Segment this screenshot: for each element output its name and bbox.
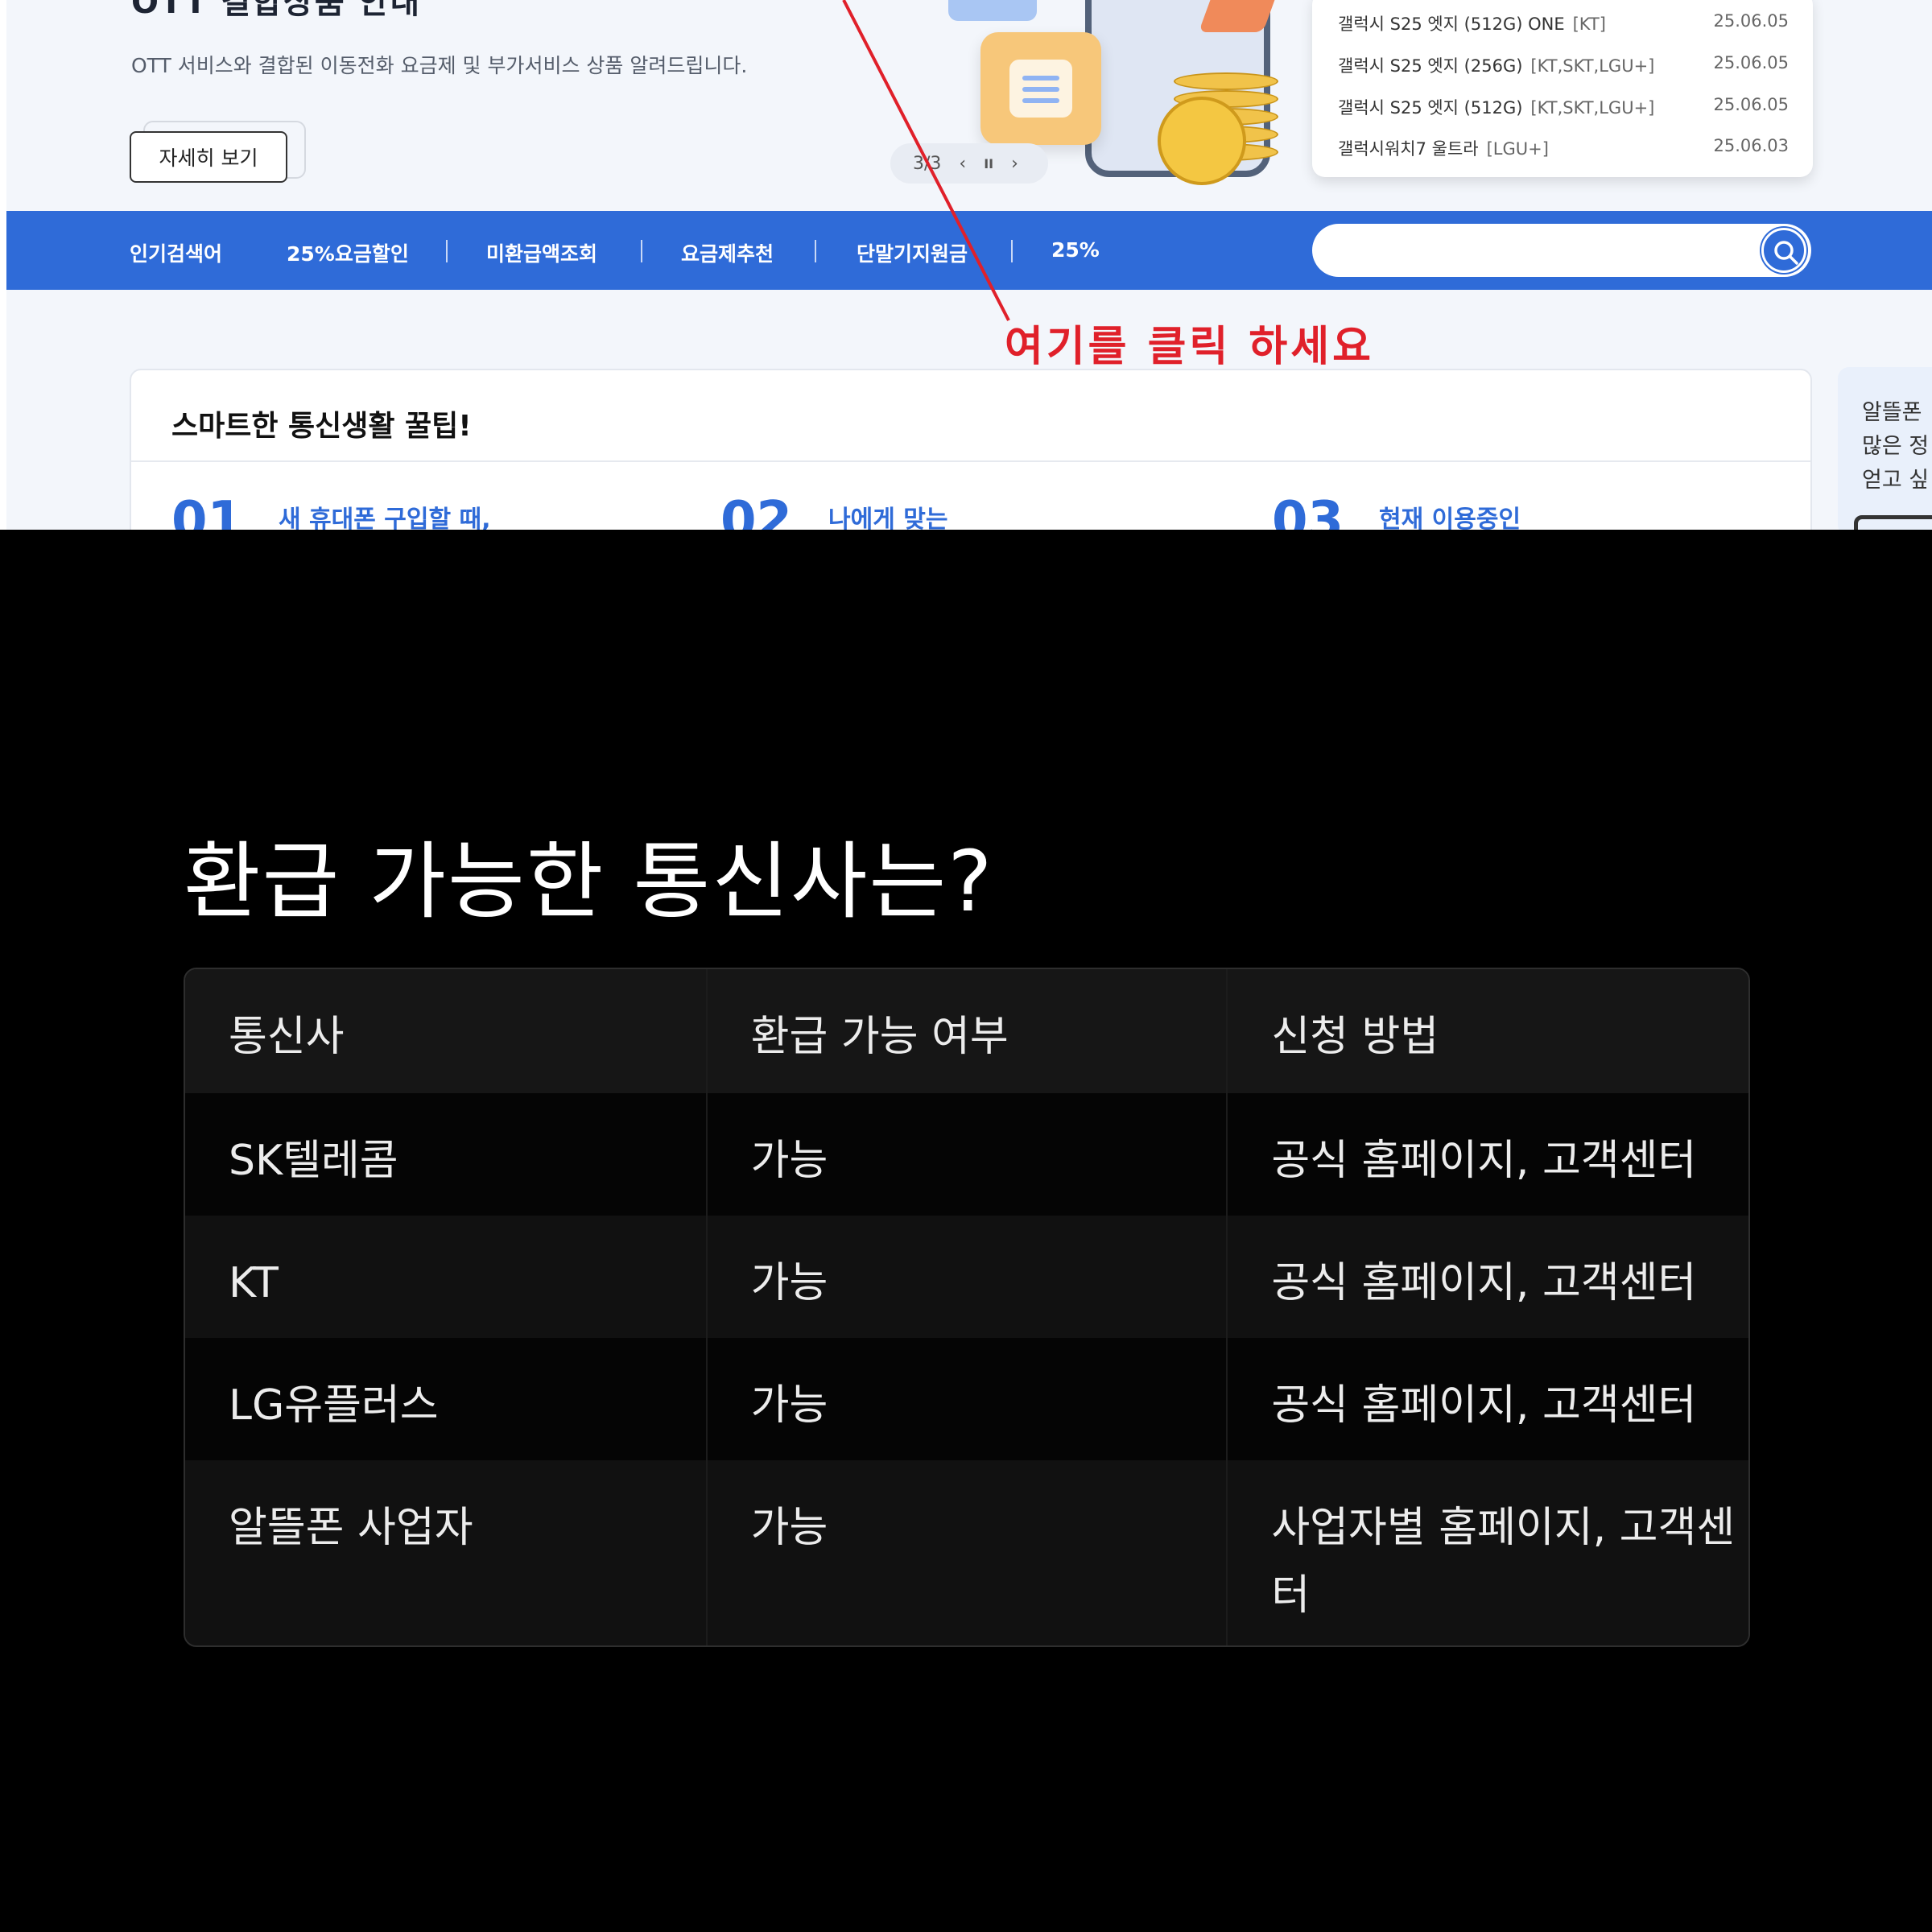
carousel-pager: 3/3 ‹ II › (890, 143, 1048, 184)
table-cell: KT (229, 1259, 279, 1307)
news-title: 갤럭시 S25 엣지 (256G) (1338, 56, 1523, 76)
tip-text[interactable]: 나에게 맞는 (828, 499, 947, 530)
chat-bubble-illustration (948, 0, 1037, 21)
nav-item-plan[interactable]: 요금제추천 (681, 238, 774, 267)
news-title: 갤럭시 S25 엣지 (512G) ONE (1338, 14, 1565, 34)
pager-count: 3/3 (913, 153, 942, 174)
news-date: 25.06.05 (1713, 11, 1789, 31)
pause-icon[interactable]: II (984, 156, 993, 171)
nav-divider (815, 240, 816, 262)
column-header: 환급 가능 여부 (705, 969, 1227, 1093)
table-cell: 가능 (705, 1093, 1227, 1216)
tip-text[interactable]: 현재 이용중인 (1379, 499, 1521, 530)
news-item[interactable]: 갤럭시 S25 엣지 (256G) [KT,SKT,LGU+] 25.06.05 (1338, 53, 1789, 77)
news-date: 25.06.03 (1713, 136, 1789, 155)
news-tag: [KT,SKT,LGU+] (1530, 98, 1655, 118)
table-cell: 알뜰폰 사업자 (229, 1504, 473, 1552)
table-row: 알뜰폰 사업자 가능 사업자별 홈페이지, 고객센터 (185, 1460, 1748, 1645)
next-arrow-icon[interactable]: › (1011, 154, 1018, 174)
nav-divider (446, 240, 448, 262)
tips-divider (131, 460, 1810, 462)
hero-title: OTT 결합상품 안내 (131, 0, 422, 21)
table-row: KT 가능 공식 홈페이지, 고객센터 (185, 1216, 1748, 1338)
document-card-illustration (980, 32, 1101, 145)
side-banner-line: 얻고 싶 (1862, 468, 1930, 493)
table-cell: 공식 홈페이지, 고객센터 (1226, 1338, 1748, 1460)
tips-title: 스마트한 통신생활 꿀팁! (171, 410, 472, 443)
annotation-text: 여기를 클릭 하세요 (1005, 323, 1374, 371)
table-cell: 공식 홈페이지, 고객센터 (1226, 1216, 1748, 1338)
prev-arrow-icon[interactable]: ‹ (959, 154, 966, 174)
news-item[interactable]: 갤럭시 S25 엣지 (512G) [KT,SKT,LGU+] 25.06.05 (1338, 95, 1789, 119)
nav-item-discount[interactable]: 25%요금할인 (287, 238, 409, 267)
refund-table: 통신사 환급 가능 여부 신청 방법 SK텔레콤 가능 공식 홈페이지, 고객센… (184, 968, 1750, 1647)
website-screenshot: OTT 결합상품 안내 OTT 서비스와 결합된 이동전화 요금제 및 부가서비… (0, 0, 1932, 530)
column-header: 통신사 (229, 1013, 345, 1061)
hero-description: OTT 서비스와 결합된 이동전화 요금제 및 부가서비스 상품 알려드립니다. (131, 54, 748, 77)
news-title: 갤럭시 S25 엣지 (512G) (1338, 98, 1523, 118)
coin-stack-icon (1174, 72, 1278, 90)
coin-icon (1158, 97, 1246, 185)
news-tag: [KT] (1572, 14, 1606, 34)
news-date: 25.06.05 (1713, 53, 1789, 72)
news-title: 갤럭시워치7 울트라 (1338, 139, 1479, 159)
table-cell: 공식 홈페이지, 고객센터 (1226, 1093, 1748, 1216)
table-header-row: 통신사 환급 가능 여부 신청 방법 (185, 969, 1748, 1093)
column-header: 신청 방법 (1226, 969, 1748, 1093)
side-banner-line: 알뜰폰 (1862, 400, 1922, 425)
tip-number: 02 (720, 491, 793, 530)
table-cell: 가능 (705, 1216, 1227, 1338)
nav-item-refund[interactable]: 미환급액조회 (486, 238, 597, 267)
news-item[interactable]: 갤럭시 S25 엣지 (512G) ONE [KT] 25.06.05 (1338, 11, 1789, 35)
news-tag: [LGU+] (1486, 139, 1549, 159)
table-cell: 사업자별 홈페이지, 고객센터 (1226, 1460, 1748, 1645)
nav-item-subsidy[interactable]: 단말기지원금 (857, 238, 968, 267)
nav-divider (1011, 240, 1013, 262)
news-date: 25.06.05 (1713, 95, 1789, 114)
side-banner[interactable]: 알뜰폰 많은 정 얻고 싶 (1838, 367, 1932, 530)
table-cell: SK텔레콤 (229, 1137, 398, 1185)
table-row: SK텔레콤 가능 공식 홈페이지, 고객센터 (185, 1093, 1748, 1216)
tip-text[interactable]: 새 휴대폰 구입할 때, (279, 499, 491, 530)
table-cell: 가능 (705, 1460, 1227, 1645)
side-button-outline (1854, 515, 1932, 530)
news-tag: [KT,SKT,LGU+] (1530, 56, 1655, 76)
table-cell: 가능 (705, 1338, 1227, 1460)
news-list: 갤럭시 S25 엣지 (512G) ONE [KT] 25.06.05 갤럭시 S… (1312, 0, 1813, 177)
news-item[interactable]: 갤럭시워치7 울트라 [LGU+] 25.06.03 (1338, 136, 1789, 160)
tip-number: 01 (171, 491, 244, 530)
popular-search-bar: 인기검색어 25%요금할인 미환급액조회 요금제추천 단말기지원금 25% (6, 211, 1932, 290)
table-cell: LG유플러스 (229, 1381, 439, 1430)
nav-divider (641, 240, 642, 262)
popular-search-label: 인기검색어 (130, 242, 223, 266)
tip-number: 03 (1272, 491, 1344, 530)
detail-button[interactable]: 자세히 보기 (130, 131, 287, 183)
search-button[interactable] (1761, 228, 1806, 273)
tips-section: 스마트한 통신생활 꿀팁! 01 새 휴대폰 구입할 때, 02 나에게 맞는 … (130, 369, 1812, 530)
side-banner-line: 많은 정 (1862, 434, 1930, 459)
panel-heading: 환급 가능한 통신사는? (184, 832, 994, 931)
nav-item-25[interactable]: 25% (1051, 238, 1100, 262)
table-row: LG유플러스 가능 공식 홈페이지, 고객센터 (185, 1338, 1748, 1460)
search-icon (1774, 241, 1798, 265)
search-input[interactable] (1312, 224, 1811, 277)
